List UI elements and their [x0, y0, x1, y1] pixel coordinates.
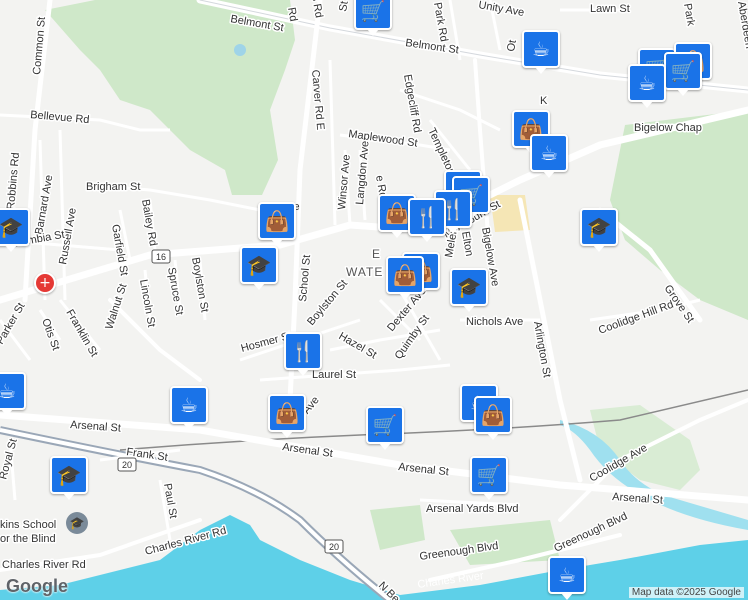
- restaurant-icon[interactable]: 🍴: [284, 332, 322, 376]
- street-label: Rd: [285, 6, 299, 22]
- cafe-icon[interactable]: ☕: [530, 134, 568, 178]
- street-label: Arsenal St: [70, 419, 121, 435]
- place-label: kins School: [0, 519, 56, 531]
- street-label: Belmont St: [405, 37, 460, 56]
- street-label: Bigelow Chap: [634, 122, 702, 134]
- pond: [234, 44, 246, 56]
- street-label: Lincoln St: [137, 278, 157, 328]
- school-icon: 🎓: [66, 512, 88, 534]
- street-label: Park: [681, 2, 697, 27]
- cafe-icon[interactable]: ☕: [170, 386, 208, 430]
- cafe-icon[interactable]: ☕: [0, 372, 26, 416]
- street-label: Common St: [31, 16, 48, 75]
- grocery-cart-icon[interactable]: 🛒: [366, 406, 404, 450]
- street-label: Barnard Ave: [33, 174, 55, 236]
- russell-ave: [58, 129, 67, 301]
- route-20-shield: 20: [117, 457, 137, 472]
- street-label: Royal St: [0, 438, 20, 481]
- street-label: Lawn St: [590, 3, 630, 15]
- street-label: Arsenal St: [398, 461, 450, 478]
- street-label: Ot: [505, 39, 519, 53]
- school-icon[interactable]: 🎓: [450, 268, 488, 312]
- cafe-icon[interactable]: ☕: [548, 556, 586, 600]
- school-icon[interactable]: 🎓: [240, 246, 278, 290]
- route-20-shield: 20: [324, 539, 344, 554]
- grocery-cart-icon[interactable]: 🛒: [664, 52, 702, 96]
- street-label: School St: [297, 254, 313, 302]
- place-label: or the Blind: [0, 533, 56, 545]
- cafe-icon[interactable]: ☕: [628, 64, 666, 108]
- street-label: Arsenal St: [612, 491, 663, 507]
- route-16-shield: 16: [151, 249, 171, 264]
- street-label: Unity Ave: [477, 0, 525, 19]
- park-area: [450, 520, 560, 565]
- school-icon[interactable]: 🎓: [50, 456, 88, 500]
- street-label: Arsenal St: [282, 441, 334, 460]
- neighborhood-label: E: [372, 247, 381, 261]
- street-label: Carver Rd E: [309, 69, 326, 130]
- street-label: Spruce St: [165, 266, 185, 316]
- restaurant-icon[interactable]: 🍴: [408, 198, 446, 242]
- school-icon[interactable]: 🎓: [0, 208, 30, 252]
- cafe-icon[interactable]: ☕: [522, 30, 560, 74]
- shopping-bag-icon[interactable]: 👜: [268, 394, 306, 438]
- street-label: Walnut St: [103, 282, 129, 331]
- park-area: [370, 505, 425, 550]
- street-label: Otis St: [39, 317, 62, 352]
- street-label: Brigham St: [86, 181, 140, 193]
- shopping-bag-icon[interactable]: 👜: [258, 202, 296, 246]
- grocery-cart-icon[interactable]: 🛒: [354, 0, 392, 36]
- street-label: Elton: [459, 230, 475, 257]
- street-label: Langdon Ave: [354, 140, 372, 205]
- neighborhood-label: WATE: [346, 265, 383, 279]
- school-icon[interactable]: 🎓: [580, 208, 618, 252]
- street-label: Arsenal Yards Blvd: [426, 503, 519, 515]
- street-label: K: [540, 95, 548, 107]
- street-label: Bailey Rd: [139, 198, 159, 246]
- street-label: Charles River Rd: [2, 559, 86, 571]
- street-label: Edgecliff Rd: [401, 73, 423, 133]
- street-label: Franklin St: [63, 308, 100, 360]
- shopping-bag-icon[interactable]: 👜: [474, 396, 512, 440]
- street-label: Boylston St: [305, 278, 350, 328]
- street-label: St: [337, 0, 351, 12]
- street-label: Nichols Ave: [466, 316, 523, 328]
- hospital-icon[interactable]: +: [34, 272, 56, 294]
- svg-text:20: 20: [122, 460, 132, 470]
- street-label: Winsor Ave: [336, 154, 353, 210]
- carver-rd: [328, 59, 337, 226]
- google-logo: Google: [6, 576, 68, 596]
- street-label: Hazel St: [337, 330, 379, 361]
- grocery-cart-icon[interactable]: 🛒: [470, 456, 508, 500]
- shopping-bag-icon[interactable]: 👜: [386, 256, 424, 300]
- street-label: Aberdeen: [735, 0, 748, 49]
- street-label: Park Rd: [431, 1, 450, 42]
- street-label: Laurel St: [312, 369, 356, 381]
- street-label: Boylston St: [189, 256, 210, 313]
- street-label: s Rd: [309, 0, 325, 19]
- map-attribution: Map data ©2025 Google: [628, 587, 744, 598]
- street-label: Bellevue Rd: [30, 109, 90, 126]
- svg-text:20: 20: [329, 542, 339, 552]
- arlington-st: [517, 197, 583, 483]
- street-label: Robbins Rd: [5, 152, 22, 210]
- svg-text:16: 16: [156, 252, 166, 262]
